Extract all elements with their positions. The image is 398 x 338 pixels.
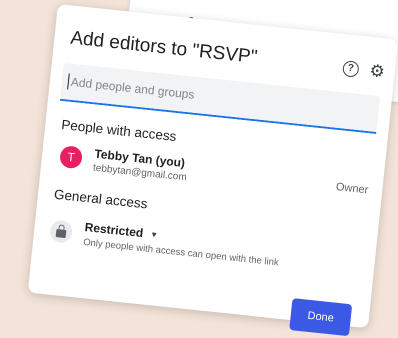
general-access-heading: General access	[53, 186, 149, 212]
share-dialog: Add editors to "RSVP" ? ⚙ Add people and…	[27, 4, 398, 337]
dialog-title: Add editors to "RSVP"	[69, 27, 259, 69]
lock-icon	[49, 219, 74, 244]
avatar: T	[58, 145, 84, 170]
gear-icon[interactable]: ⚙	[369, 61, 386, 81]
owner-role: Owner	[335, 181, 369, 197]
chevron-down-icon: ▼	[149, 229, 159, 240]
people-with-access-heading: People with access	[60, 117, 178, 145]
add-people-placeholder: Add people and groups	[70, 74, 196, 102]
help-icon[interactable]: ?	[342, 60, 360, 78]
done-button[interactable]: Done	[289, 298, 353, 337]
general-access-description: Only people with access can open with th…	[82, 236, 280, 269]
